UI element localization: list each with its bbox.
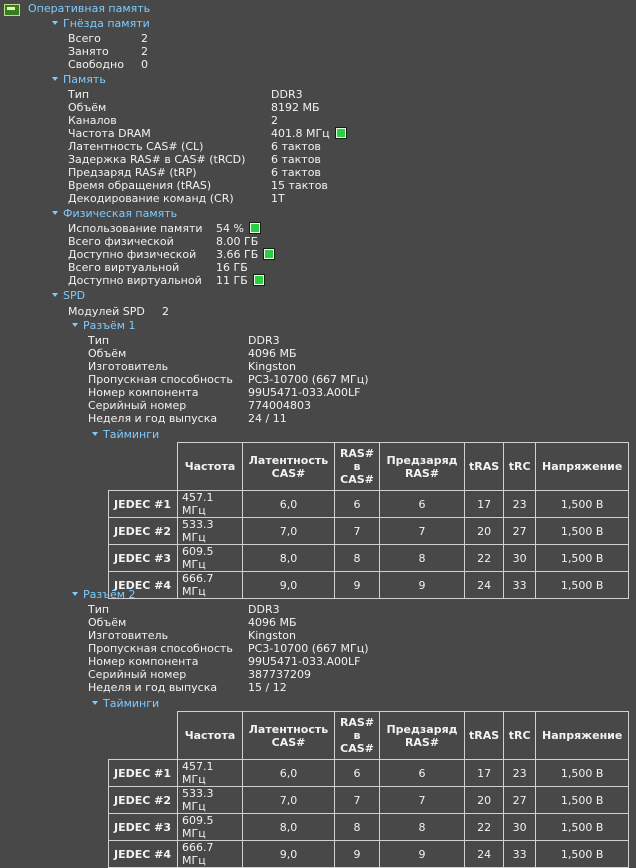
tree-node-physical-memory[interactable]: Физическая память [52,207,177,220]
chevron-down-icon[interactable] [52,211,58,215]
tree-node-slots[interactable]: Гнёзда памяти [52,17,150,30]
chevron-down-icon[interactable] [92,701,98,705]
status-indicator-icon [249,223,260,233]
table-row: JEDEC #3 609.5 МГц 8,0 8 8 22 30 1,500 В [108,544,630,572]
chevron-down-icon[interactable] [52,21,58,25]
ram-icon [4,4,20,16]
table-row: JEDEC #2 533.3 МГц 7,0 7 7 20 27 1,500 В [108,517,630,545]
status-indicator-icon [335,128,346,138]
tree-node-spd[interactable]: SPD [52,289,85,302]
table-row: JEDEC #4 666.7 МГц 9,0 9 9 24 33 1,500 В [108,840,630,868]
status-indicator-icon [264,249,275,259]
column-header: Напряжение [535,711,630,760]
tree-node-memory[interactable]: Память [52,73,106,86]
chevron-down-icon[interactable] [72,323,78,327]
chevron-down-icon[interactable] [52,293,58,297]
table-row: JEDEC #3 609.5 МГц 8,0 8 8 22 30 1,500 В [108,813,630,841]
table-row: JEDEC #4 666.7 МГц 9,0 9 9 24 33 1,500 В [108,571,630,599]
timings-table: Частота Латентность CAS# RAS# в CAS# Пре… [108,442,630,599]
timings-table: Частота Латентность CAS# RAS# в CAS# Пре… [108,711,630,868]
table-row: JEDEC #1 457.1 МГц 6,0 6 6 17 23 1,500 В [108,490,630,518]
column-header: Предзаряд RAS# [379,442,465,491]
table-row: JEDEC #1 457.1 МГц 6,0 6 6 17 23 1,500 В [108,759,630,787]
column-header: tRAS [463,442,505,491]
column-header: Предзаряд RAS# [379,711,465,760]
column-header: Частота [177,442,243,491]
column-header: RAS# в CAS# [334,442,380,491]
tree-node-slot-2[interactable]: Разъём 2 [72,588,136,601]
chevron-down-icon[interactable] [92,432,98,436]
column-header: RAS# в CAS# [334,711,380,760]
tree-node-timings[interactable]: Тайминги [92,428,159,441]
table-row: JEDEC #2 533.3 МГц 7,0 7 7 20 27 1,500 В [108,786,630,814]
column-header: tRAS [463,711,505,760]
column-header: Частота [177,711,243,760]
tree-root-label: Оперативная память [28,2,151,15]
column-header: tRC [503,711,537,760]
column-header: Латентность CAS# [242,442,335,491]
column-header: tRC [503,442,537,491]
status-indicator-icon [253,275,264,285]
chevron-down-icon[interactable] [52,77,58,81]
chevron-down-icon[interactable] [72,592,78,596]
tree-node-timings[interactable]: Тайминги [92,697,159,710]
tree-root-memory[interactable]: Оперативная память [28,2,150,15]
tree-node-slot-1[interactable]: Разъём 1 [72,319,136,332]
column-header: Латентность CAS# [242,711,335,760]
column-header: Напряжение [535,442,630,491]
